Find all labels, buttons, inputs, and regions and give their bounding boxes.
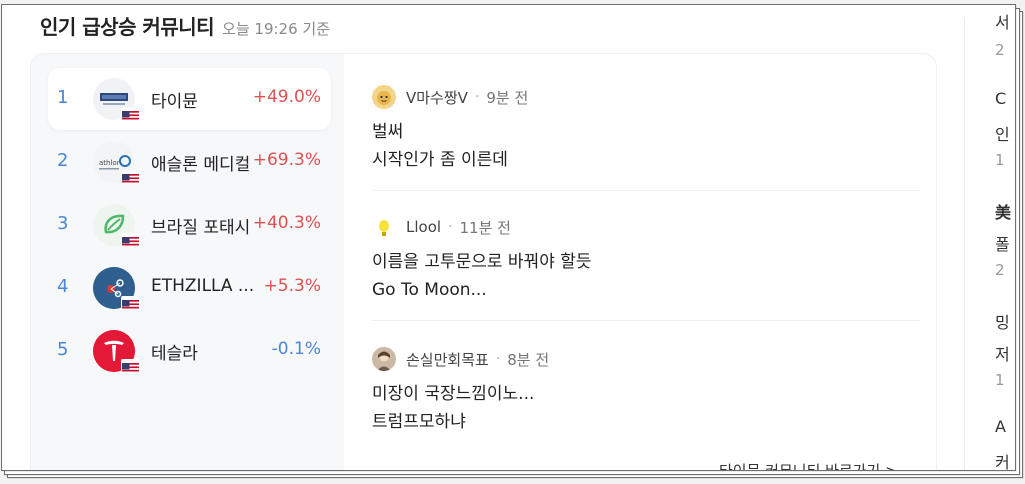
side-text: 폴 <box>995 235 1010 254</box>
community-post[interactable]: Llool · 11분 전 이름을 고투문으로 바꿔야 할듯 Go To Moo… <box>372 214 920 304</box>
rank-number: 4 <box>57 276 69 297</box>
section-title: 인기 급상승 커뮤니티 <box>40 15 215 39</box>
ranking-item-4[interactable]: 4 ETHZILLA ... +5.3% <box>48 257 331 319</box>
rank-number: 3 <box>57 213 69 234</box>
avatar <box>372 347 396 371</box>
svg-text:athlon: athlon <box>99 159 121 167</box>
change-percent: +69.3% <box>252 150 321 170</box>
us-flag-icon <box>121 296 140 310</box>
post-text: 벌써 <box>372 122 404 142</box>
post-text: 미장이 국장느낌이노... <box>372 384 535 404</box>
stock-name: 타이뮨 <box>151 92 198 112</box>
side-text: 서 <box>995 13 1010 32</box>
stock-name: 브라질 포태시 <box>151 218 251 238</box>
avatar <box>372 215 396 239</box>
side-text: C <box>995 89 1007 108</box>
us-flag-icon <box>121 170 140 184</box>
section-header: 인기 급상승 커뮤니티 오늘 19:26 기준 <box>40 11 330 40</box>
rank-number: 2 <box>57 150 69 171</box>
go-to-community-link[interactable]: 타이뮨 커뮤니티 바로가기 > <box>719 460 898 470</box>
post-time: 9분 전 <box>486 88 529 107</box>
change-percent: +40.3% <box>252 213 321 233</box>
side-text: A <box>995 417 1006 436</box>
side-text: 美 <box>995 203 1012 222</box>
us-flag-icon <box>121 233 140 247</box>
separator: · <box>495 351 501 367</box>
community-post[interactable]: V마수짱V · 9분 전 벌써 시작인가 좀 이른데 <box>372 84 920 174</box>
post-text: 시작인가 좀 이른데 <box>372 150 508 170</box>
side-text: 2 <box>995 41 1005 59</box>
change-percent: +49.0% <box>252 87 321 107</box>
side-text: 1 <box>995 371 1005 389</box>
post-time: 11분 전 <box>459 218 511 237</box>
post-text: 트럼프모하냐 <box>372 412 466 432</box>
ranking-item-3[interactable]: 3 브라질 포태시 +40.3% <box>48 194 331 256</box>
post-text: 이름을 고투문으로 바꿔야 할듯 <box>372 252 592 272</box>
side-text: 인 <box>995 125 1010 144</box>
column-divider <box>964 19 965 470</box>
avatar <box>372 85 396 109</box>
rank-number: 5 <box>57 339 69 360</box>
post-text: Go To Moon... <box>372 280 487 300</box>
post-author[interactable]: 손실만회목표 <box>406 349 489 370</box>
post-time: 8분 전 <box>507 350 550 369</box>
post-author[interactable]: Llool <box>406 218 441 236</box>
ranking-item-5[interactable]: 5 테슬라 -0.1% <box>48 320 331 382</box>
stock-name: 애슬론 메디컬 <box>151 155 251 175</box>
post-divider <box>372 190 920 191</box>
post-author[interactable]: V마수짱V <box>406 87 468 108</box>
side-text: 1 <box>995 151 1005 169</box>
us-flag-icon <box>121 359 140 373</box>
side-text: 저 <box>995 345 1010 364</box>
trending-card: 1 타이뮨 +49.0% 2 athlon 애슬론 메디컬 +69.3% 3 브… <box>30 53 937 470</box>
stock-name: ETHZILLA ... <box>151 276 255 296</box>
ranking-list: 1 타이뮨 +49.0% 2 athlon 애슬론 메디컬 +69.3% 3 브… <box>48 68 331 383</box>
side-text: 밍 <box>995 313 1010 332</box>
ranking-item-2[interactable]: 2 athlon 애슬론 메디컬 +69.3% <box>48 131 331 193</box>
stock-name: 테슬라 <box>151 344 198 364</box>
side-text: 커 <box>995 453 1010 471</box>
change-percent: +5.3% <box>263 276 321 296</box>
community-post[interactable]: 손실만회목표 · 8분 전 미장이 국장느낌이노... 트럼프모하냐 <box>372 346 920 436</box>
side-text: 2 <box>995 261 1005 279</box>
trending-communities-panel: 인기 급상승 커뮤니티 오늘 19:26 기준 1 타이뮨 +49.0% 2 a… <box>1 4 1016 471</box>
community-feed: V마수짱V · 9분 전 벌써 시작인가 좀 이른데 Llool · 11분 전… <box>344 54 936 470</box>
us-flag-icon <box>121 107 140 121</box>
post-divider <box>372 320 920 321</box>
ranking-item-1[interactable]: 1 타이뮨 +49.0% <box>48 68 331 130</box>
change-percent: -0.1% <box>271 339 321 359</box>
separator: · <box>448 219 453 235</box>
updated-timestamp: 오늘 19:26 기준 <box>222 20 330 38</box>
separator: · <box>474 89 480 105</box>
rank-number: 1 <box>57 87 69 108</box>
